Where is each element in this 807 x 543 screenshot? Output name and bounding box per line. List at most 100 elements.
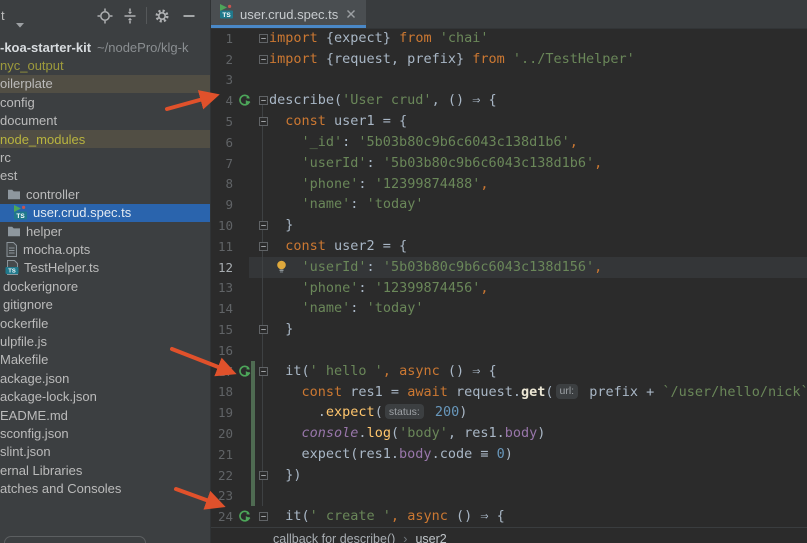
code-text[interactable]: const res1 = await request.get(url: pref… bbox=[269, 382, 807, 403]
code-line-9[interactable]: 9 'name': 'today' bbox=[211, 194, 807, 215]
line-number[interactable]: 18 bbox=[211, 384, 233, 399]
code-text[interactable]: '_id': '5b03b80c9b6c6043c138d1b6', bbox=[269, 132, 578, 153]
tree-item-nyc-output[interactable]: nyc_output bbox=[0, 56, 210, 74]
code-line-5[interactable]: 5 const user1 = { bbox=[211, 111, 807, 132]
code-line-11[interactable]: 11 const user2 = { bbox=[211, 236, 807, 257]
fold-marker-icon[interactable] bbox=[257, 117, 269, 126]
code-line-13[interactable]: 13 'phone': '12399874456', bbox=[211, 278, 807, 299]
tree-item--koa-starter-kit[interactable]: -koa-starter-kit~/nodePro/klg-k bbox=[0, 38, 210, 56]
line-number[interactable]: 5 bbox=[211, 114, 233, 129]
code-line-15[interactable]: 15 } bbox=[211, 319, 807, 340]
tree-item-document[interactable]: document bbox=[0, 112, 210, 130]
code-text[interactable]: it(' hello ', async () ⇒ { bbox=[269, 361, 497, 382]
code-line-16[interactable]: 16 bbox=[211, 340, 807, 361]
code-line-18[interactable]: 18 const res1 = await request.get(url: p… bbox=[211, 382, 807, 403]
code-line-10[interactable]: 10 } bbox=[211, 215, 807, 236]
line-number[interactable]: 4 bbox=[211, 93, 233, 108]
code-text[interactable]: import {request, prefix} from '../TestHe… bbox=[269, 49, 635, 70]
tree-item-config[interactable]: config bbox=[0, 93, 210, 111]
chevron-down-icon[interactable] bbox=[16, 15, 24, 33]
tree-item-sconfig-json[interactable]: sconfig.json bbox=[0, 424, 210, 442]
code-text[interactable]: const user1 = { bbox=[269, 111, 407, 132]
line-number[interactable]: 15 bbox=[211, 322, 233, 337]
fold-marker-icon[interactable] bbox=[257, 512, 269, 521]
tree-item-slint-json[interactable]: slint.json bbox=[0, 443, 210, 461]
project-view-selector[interactable]: t bbox=[1, 8, 5, 23]
code-text[interactable]: console.log('body', res1.body) bbox=[269, 423, 545, 444]
tree-item-oilerplate[interactable]: oilerplate bbox=[0, 75, 210, 93]
code-line-17[interactable]: 17 it(' hello ', async () ⇒ { bbox=[211, 361, 807, 382]
code-line-23[interactable]: 23 bbox=[211, 486, 807, 507]
code-text[interactable]: 'name': 'today' bbox=[269, 298, 423, 319]
tree-item-ackage-lock-json[interactable]: ackage-lock.json bbox=[0, 387, 210, 405]
code-text[interactable]: expect(res1.body.code ≡ 0) bbox=[269, 444, 513, 465]
code-line-20[interactable]: 20 console.log('body', res1.body) bbox=[211, 423, 807, 444]
code-line-24[interactable]: 24 it(' create ', async () ⇒ { bbox=[211, 506, 807, 527]
code-line-2[interactable]: 2 import {request, prefix} from '../TestH… bbox=[211, 49, 807, 70]
collapse-all-icon[interactable] bbox=[121, 7, 139, 25]
code-text[interactable]: }) bbox=[269, 465, 302, 486]
code-text[interactable]: 'phone': '12399874488', bbox=[269, 174, 489, 195]
tree-item-atches-and-consoles[interactable]: atches and Consoles bbox=[0, 479, 210, 497]
tree-item-rc[interactable]: rc bbox=[0, 148, 210, 166]
tree-item-ernal-libraries[interactable]: ernal Libraries bbox=[0, 461, 210, 479]
fold-marker-icon[interactable] bbox=[257, 471, 269, 480]
code-line-3[interactable]: 3 bbox=[211, 70, 807, 91]
code-line-12[interactable]: 12 'userId': '5b03b80c9b6c6043c138d156', bbox=[211, 257, 807, 278]
code-text[interactable]: it(' create ', async () ⇒ { bbox=[269, 506, 505, 527]
code-line-1[interactable]: 1 import {expect} from 'chai' bbox=[211, 28, 807, 49]
code-line-14[interactable]: 14 'name': 'today' bbox=[211, 298, 807, 319]
run-test-icon[interactable] bbox=[237, 365, 251, 378]
tree-item-ockerfile[interactable]: ockerfile bbox=[0, 314, 210, 332]
code-text[interactable]: import {expect} from 'chai' bbox=[269, 28, 489, 49]
line-number[interactable]: 13 bbox=[211, 280, 233, 295]
tree-item-ulpfile-js[interactable]: ulpfile.js bbox=[0, 332, 210, 350]
code-line-7[interactable]: 7 'userId': '5b03b80c9b6c6043c138d1b6', bbox=[211, 153, 807, 174]
code-line-6[interactable]: 6 '_id': '5b03b80c9b6c6043c138d1b6', bbox=[211, 132, 807, 153]
line-number[interactable]: 9 bbox=[211, 197, 233, 212]
code-line-19[interactable]: 19 .expect(status: 200) bbox=[211, 402, 807, 423]
code-line-21[interactable]: 21 expect(res1.body.code ≡ 0) bbox=[211, 444, 807, 465]
tree-item-gitignore[interactable]: gitignore bbox=[0, 295, 210, 313]
tree-item-dockerignore[interactable]: dockerignore bbox=[0, 277, 210, 295]
line-number[interactable]: 11 bbox=[211, 239, 233, 254]
line-number[interactable]: 1 bbox=[211, 31, 233, 46]
line-number[interactable]: 6 bbox=[211, 135, 233, 150]
line-number[interactable]: 23 bbox=[211, 488, 233, 503]
hide-panel-icon[interactable] bbox=[180, 7, 198, 25]
code-text[interactable]: describe('User crud', () ⇒ { bbox=[269, 90, 497, 111]
fold-marker-icon[interactable] bbox=[257, 96, 269, 105]
tree-item-mocha-opts[interactable]: mocha.opts bbox=[0, 240, 210, 258]
code-line-4[interactable]: 4 describe('User crud', () ⇒ { bbox=[211, 90, 807, 111]
tree-item-user-crud-spec-ts[interactable]: TSuser.crud.spec.ts bbox=[0, 204, 210, 222]
line-number[interactable]: 7 bbox=[211, 156, 233, 171]
tree-item-controller[interactable]: controller bbox=[0, 185, 210, 203]
run-test-icon[interactable] bbox=[237, 510, 251, 523]
line-number[interactable]: 16 bbox=[211, 343, 233, 358]
fold-marker-icon[interactable] bbox=[257, 242, 269, 251]
code-text[interactable]: } bbox=[269, 319, 293, 340]
tree-item-makefile[interactable]: Makefile bbox=[0, 351, 210, 369]
line-number[interactable]: 12 bbox=[211, 260, 233, 275]
code-text[interactable]: 'name': 'today' bbox=[269, 194, 423, 215]
intention-bulb-icon[interactable] bbox=[275, 260, 288, 279]
fold-marker-icon[interactable] bbox=[257, 34, 269, 43]
breadcrumb-item-describe[interactable]: callback for describe() bbox=[273, 532, 395, 543]
fold-marker-icon[interactable] bbox=[257, 325, 269, 334]
tree-item-eadme-md[interactable]: EADME.md bbox=[0, 406, 210, 424]
line-number[interactable]: 3 bbox=[211, 72, 233, 87]
settings-icon[interactable] bbox=[153, 7, 171, 25]
fold-marker-icon[interactable] bbox=[257, 367, 269, 376]
fold-marker-icon[interactable] bbox=[257, 221, 269, 230]
locate-icon[interactable] bbox=[96, 7, 114, 25]
close-icon[interactable] bbox=[346, 9, 356, 19]
tab-user-crud-spec-ts[interactable]: TS user.crud.spec.ts bbox=[211, 0, 366, 28]
tree-item-node-modules[interactable]: node_modules bbox=[0, 130, 210, 148]
code-text[interactable]: 'userId': '5b03b80c9b6c6043c138d1b6', bbox=[269, 153, 602, 174]
code-text[interactable]: .expect(status: 200) bbox=[269, 402, 467, 423]
code-line-22[interactable]: 22 }) bbox=[211, 465, 807, 486]
line-number[interactable]: 21 bbox=[211, 447, 233, 462]
breadcrumb-item-user2[interactable]: user2 bbox=[415, 532, 446, 543]
tree-item-ackage-json[interactable]: ackage.json bbox=[0, 369, 210, 387]
line-number[interactable]: 2 bbox=[211, 52, 233, 67]
